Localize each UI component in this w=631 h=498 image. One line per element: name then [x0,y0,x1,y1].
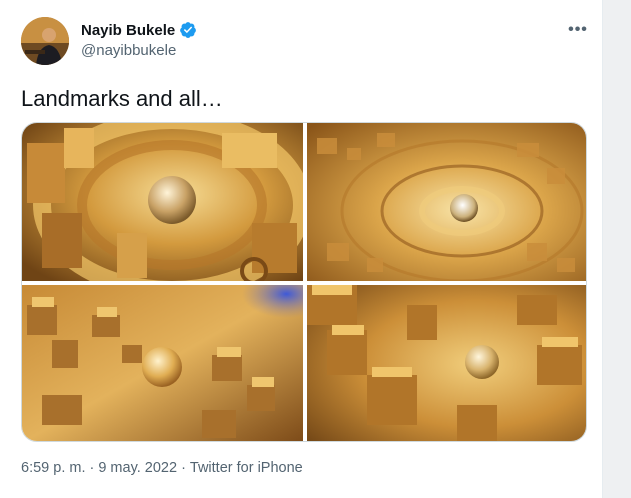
tweet-text: Landmarks and all… [21,86,223,111]
photo-4-image [307,285,586,441]
more-options-icon[interactable]: ••• [566,20,590,40]
author-handle[interactable]: @nayibbukele [81,42,176,59]
photo-1-image [22,123,303,281]
photo-3-image [22,285,303,441]
photo-2-image [307,123,586,281]
tweet-card: Nayib Bukele @nayibbukele ••• Landmarks … [0,0,603,498]
author-name-row: Nayib Bukele [81,21,197,39]
tweet-photo-3[interactable] [22,285,303,441]
author-name[interactable]: Nayib Bukele [81,22,175,39]
meta-separator-2: · [181,460,186,476]
tweet-photo-2[interactable] [307,123,586,281]
tweet-date[interactable]: 9 may. 2022 [98,460,177,476]
media-grid [21,122,587,442]
tweet-photo-1[interactable] [22,123,303,281]
meta-separator-1: · [89,460,95,476]
verified-badge-icon [180,22,197,38]
tweet-metadata: 6:59 p. m. · 9 may. 2022 · Twitter for i… [21,460,303,476]
avatar-image [21,17,69,65]
tweet-photo-4[interactable] [307,285,586,441]
tweet-time[interactable]: 6:59 p. m. [21,460,85,476]
avatar[interactable] [21,17,69,65]
tweet-source[interactable]: Twitter for iPhone [190,460,303,476]
